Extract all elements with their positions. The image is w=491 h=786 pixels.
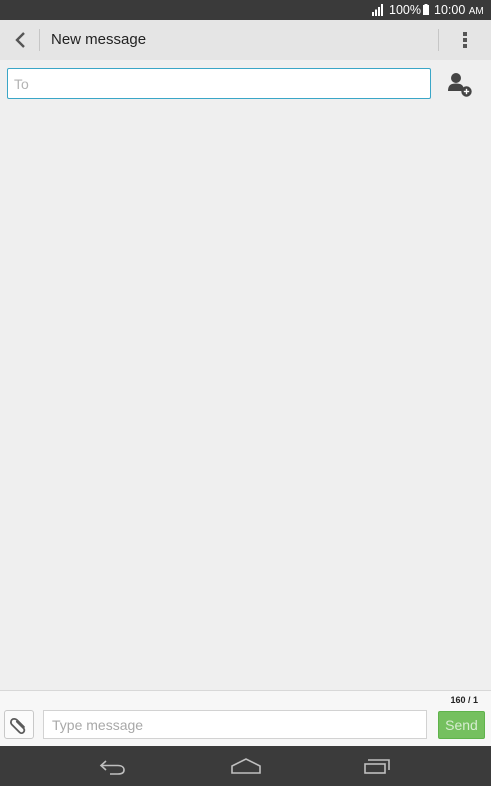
clock-time: 10:00 [434, 3, 466, 17]
compose-bar: 160 / 1 Send [0, 690, 491, 746]
recent-apps-icon [364, 759, 390, 774]
message-area [0, 104, 491, 689]
battery-icon [423, 4, 429, 15]
attach-button[interactable] [4, 710, 34, 739]
page-title: New message [51, 31, 147, 48]
chevron-left-icon [15, 32, 25, 48]
action-bar-divider-right [438, 29, 439, 51]
overflow-menu-icon [463, 32, 467, 48]
clock-suffix: AM [468, 6, 484, 17]
battery-percentage: 100% [389, 3, 421, 17]
message-input[interactable] [43, 710, 427, 739]
character-counter: 160 / 1 [450, 695, 478, 705]
add-contact-icon [448, 73, 472, 97]
status-bar: 100% 10:00 AM [0, 0, 491, 20]
action-bar-divider-left [39, 29, 40, 51]
navigation-bar [0, 746, 491, 786]
back-button[interactable] [4, 20, 36, 60]
action-bar: New message [0, 20, 491, 60]
nav-back-button[interactable] [93, 754, 133, 778]
home-icon [231, 758, 261, 774]
paperclip-icon [9, 717, 26, 734]
back-icon [99, 760, 125, 775]
signal-icon [372, 4, 383, 16]
send-button[interactable]: Send [438, 711, 485, 739]
nav-recent-apps-button[interactable] [358, 754, 398, 778]
nav-home-button[interactable] [226, 754, 266, 778]
status-clock: 10:00 AM [434, 3, 484, 19]
add-contact-button[interactable] [443, 69, 477, 101]
recipient-field[interactable] [7, 68, 431, 99]
overflow-menu-button[interactable] [448, 20, 482, 60]
